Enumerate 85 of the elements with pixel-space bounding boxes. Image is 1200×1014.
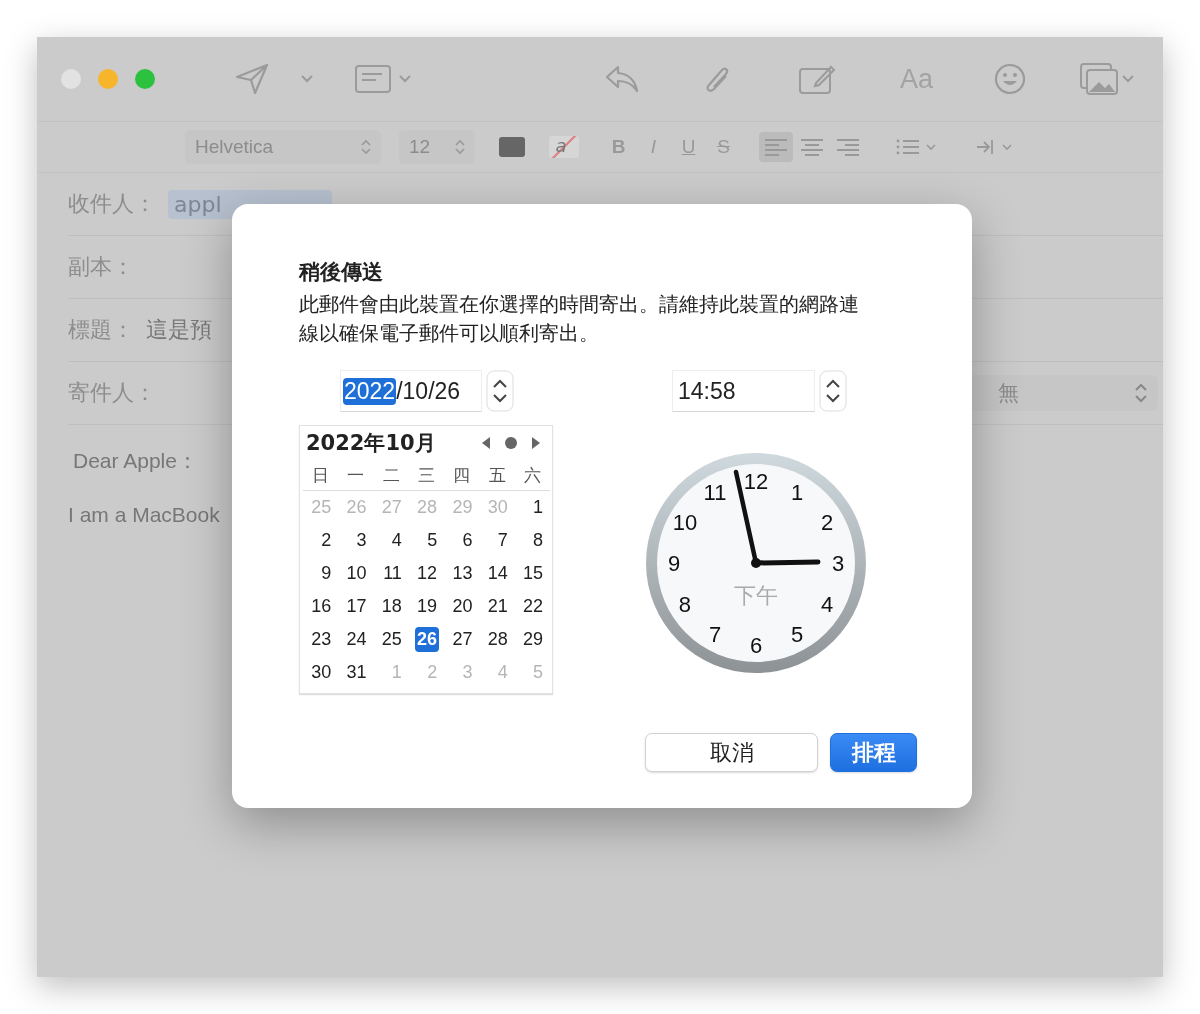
stepper-icon[interactable] xyxy=(819,370,847,412)
reply-icon[interactable] xyxy=(604,64,640,94)
calendar-day[interactable]: 22 xyxy=(520,594,545,619)
align-icon[interactable] xyxy=(759,132,793,162)
calendar-day[interactable]: 14 xyxy=(485,561,510,586)
header-fields-icon[interactable] xyxy=(354,64,392,94)
calendar-day[interactable]: 30 xyxy=(309,660,334,685)
date-field[interactable]: 2022/10/26 xyxy=(340,370,482,412)
calendar-day[interactable]: 10 xyxy=(344,561,369,586)
calendar-day[interactable]: 9 xyxy=(319,561,334,586)
smiley-icon[interactable] xyxy=(993,62,1028,96)
calendar-day[interactable]: 1 xyxy=(530,495,545,520)
field-label: 寄件人： xyxy=(68,379,156,407)
calendar-day[interactable]: 18 xyxy=(379,594,404,619)
calendar-day[interactable]: 20 xyxy=(450,594,475,619)
dialog-title: 稍後傳送 xyxy=(299,259,384,286)
clock-number: 5 xyxy=(790,622,804,647)
clock-number: 8 xyxy=(678,592,692,617)
dialog-message: 此郵件會由此裝置在你選擇的時間寄出。請維持此裝置的網路連線以確保電子郵件可以順利寄出。 xyxy=(299,292,860,347)
weekday-label: 二 xyxy=(381,463,401,487)
up-down-arrows-icon xyxy=(361,139,371,155)
calendar-day[interactable]: 19 xyxy=(415,594,440,619)
message-line: Dear Apple： xyxy=(72,448,198,474)
period-label: 下午 xyxy=(734,583,778,608)
clock-number: 1 xyxy=(790,480,804,505)
calendar-day[interactable]: 16 xyxy=(309,594,334,619)
chevron-icon[interactable] xyxy=(300,74,314,84)
calendar-day[interactable]: 21 xyxy=(485,594,510,619)
clock-number: 12 xyxy=(743,469,769,494)
calendar-day[interactable]: 17 xyxy=(344,594,369,619)
calendar-day[interactable]: 23 xyxy=(309,627,334,652)
previous-month-icon[interactable] xyxy=(480,436,492,450)
calendar-day[interactable]: 4 xyxy=(389,528,404,553)
compose-icon[interactable] xyxy=(798,63,836,95)
window-control[interactable] xyxy=(98,69,118,89)
calendar-day[interactable]: 3 xyxy=(354,528,369,553)
calendar-day[interactable]: 31 xyxy=(344,660,369,685)
calendar-day[interactable]: 2 xyxy=(319,528,334,553)
calendar-day[interactable]: 5 xyxy=(425,528,440,553)
calendar-day[interactable]: 11 xyxy=(381,561,404,586)
stepper-icon[interactable] xyxy=(486,370,514,412)
calendar-day[interactable]: 7 xyxy=(495,528,510,553)
weekday-label: 三 xyxy=(417,463,436,487)
text-color-swatch[interactable] xyxy=(499,137,525,157)
calendar-day[interactable]: 28 xyxy=(485,627,510,652)
clock-number: 11 xyxy=(703,480,727,505)
window-control[interactable] xyxy=(135,69,155,89)
clock-number: 4 xyxy=(820,592,834,617)
month-title: 2022年10月 xyxy=(305,430,437,457)
calendar-day[interactable]: 8 xyxy=(530,528,545,553)
weekday-label: 日 xyxy=(311,463,331,487)
clock-number: 6 xyxy=(749,633,763,658)
weekday-label: 一 xyxy=(346,463,366,487)
weekday-label: 四 xyxy=(452,463,472,487)
chevron-icon[interactable] xyxy=(1121,74,1136,84)
calendar-day[interactable]: 27 xyxy=(450,627,475,652)
time-field[interactable]: 14:58 xyxy=(672,370,815,412)
next-month-icon[interactable] xyxy=(530,436,542,450)
weekday-label: 五 xyxy=(487,463,507,487)
up-down-arrows-icon xyxy=(1134,382,1148,404)
calendar-day[interactable]: 13 xyxy=(450,561,475,586)
schedule-button[interactable]: 排程 xyxy=(830,733,917,772)
calendar-day[interactable]: 6 xyxy=(460,528,475,553)
send-icon[interactable] xyxy=(234,62,270,96)
chevron-icon[interactable] xyxy=(398,74,412,84)
today-icon[interactable] xyxy=(504,436,518,450)
field-label: 標題： xyxy=(68,316,134,344)
field-label: 收件人： xyxy=(68,190,156,218)
calendar-day[interactable]: 29 xyxy=(520,627,545,652)
up-down-arrows-icon xyxy=(455,139,465,155)
clock-number: 3 xyxy=(831,551,845,576)
clock-number: 9 xyxy=(667,551,681,576)
clock-number: 2 xyxy=(820,510,834,535)
calendar-day[interactable]: 12 xyxy=(415,561,440,586)
clock-number: 10 xyxy=(672,510,698,535)
calendar-day[interactable]: 25 xyxy=(379,627,404,652)
calendar-day[interactable]: 15 xyxy=(520,561,545,586)
calendar-day[interactable]: 24 xyxy=(344,627,369,652)
field-label: 副本： xyxy=(68,253,134,281)
weekday-label: 六 xyxy=(522,463,542,487)
clock-number: 7 xyxy=(708,622,722,647)
cancel-button[interactable]: 取消 xyxy=(645,733,818,772)
message-line: I am a MacBook xyxy=(68,503,220,527)
photo-icon[interactable] xyxy=(1079,62,1120,96)
calendar-day[interactable]: 26 xyxy=(415,627,440,652)
